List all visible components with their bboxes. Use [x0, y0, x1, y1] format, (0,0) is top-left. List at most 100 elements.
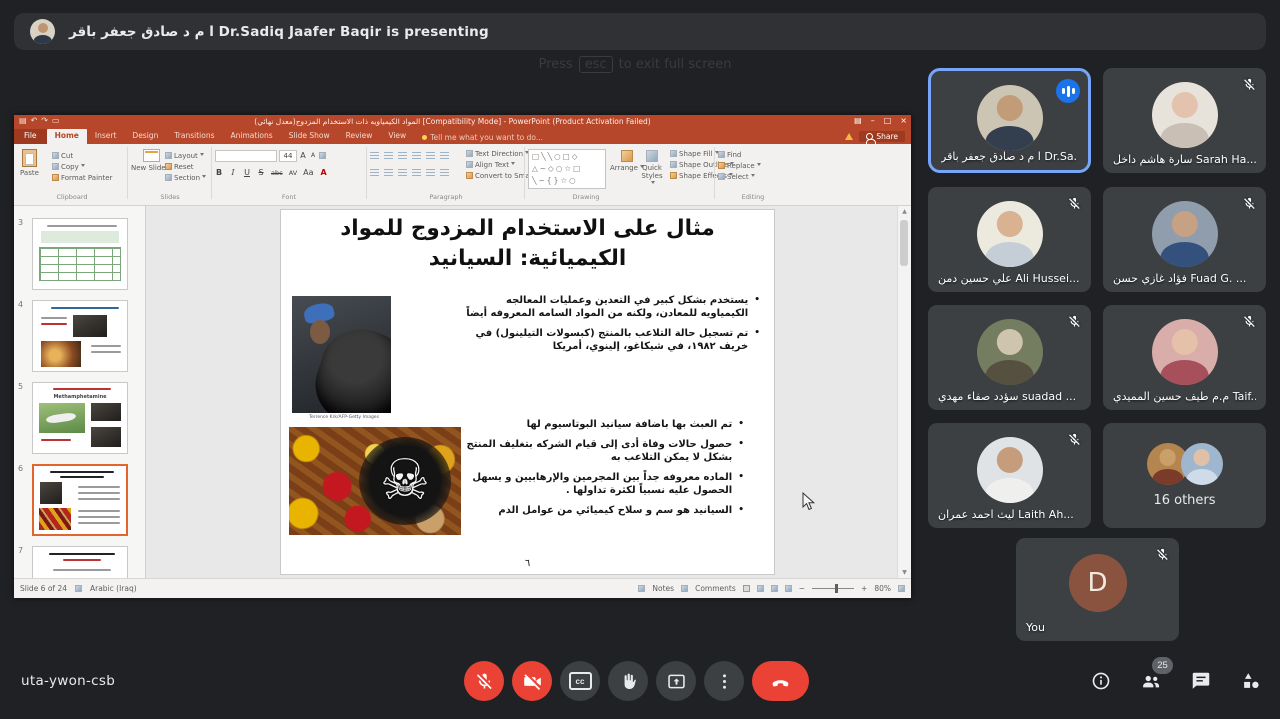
- format-painter-button[interactable]: Format Painter: [52, 172, 112, 183]
- change-case-button[interactable]: Aa: [303, 168, 313, 177]
- participant-tile-taif[interactable]: م.م طيف حسين المميدي Taif...: [1103, 305, 1266, 410]
- slide-thumbnail-3[interactable]: [32, 218, 128, 290]
- cut-button[interactable]: Cut: [52, 150, 112, 161]
- strikethrough-button[interactable]: S: [257, 168, 265, 177]
- tab-view[interactable]: View: [380, 129, 414, 144]
- ribbon-options-icon[interactable]: ▤: [854, 116, 862, 125]
- participant-tile-sarah[interactable]: سارة هاشم داخل Sarah Ha...: [1103, 68, 1266, 173]
- select-button[interactable]: Select: [718, 171, 761, 182]
- quick-access-toolbar[interactable]: ▤↶↷▭: [19, 116, 64, 125]
- comments-button[interactable]: Comments: [695, 584, 736, 593]
- mic-off-icon: [1067, 314, 1082, 329]
- reading-view-button[interactable]: [771, 585, 778, 592]
- zoom-percentage[interactable]: 80%: [874, 584, 891, 593]
- underline-button[interactable]: U: [243, 168, 251, 177]
- save-icon[interactable]: ▤: [19, 116, 31, 125]
- section-button[interactable]: Section: [165, 172, 206, 183]
- zoom-in-button[interactable]: +: [861, 584, 867, 593]
- shapes-gallery[interactable]: □╲╲○□◇ △~◇○☆□ ╲~{}☆○: [528, 149, 606, 189]
- replace-button[interactable]: Replace: [718, 160, 761, 171]
- font-size-box[interactable]: 44: [279, 150, 297, 162]
- zoom-slider[interactable]: [812, 588, 854, 589]
- tab-file[interactable]: File: [14, 129, 47, 144]
- presenting-banner-text: ا م د صادق جعفر باقر Dr.Sadiq Jaafer Baq…: [69, 24, 489, 40]
- layout-button[interactable]: Layout: [165, 150, 206, 161]
- slide-thumbnail-7[interactable]: [32, 546, 128, 578]
- raise-hand-button[interactable]: [608, 661, 648, 701]
- ppt-ribbon-tabs: File Home Insert Design Transitions Anim…: [14, 129, 911, 144]
- slide-thumbnail-4[interactable]: [32, 300, 128, 372]
- italic-button[interactable]: I: [229, 168, 237, 177]
- present-button[interactable]: [656, 661, 696, 701]
- end-call-button[interactable]: [752, 661, 809, 701]
- normal-view-button[interactable]: [743, 585, 750, 592]
- spellcheck-icon[interactable]: [75, 585, 82, 592]
- slideshow-icon[interactable]: ▭: [52, 116, 64, 125]
- tab-home[interactable]: Home: [47, 129, 87, 144]
- redo-icon[interactable]: ↷: [41, 116, 52, 125]
- notes-icon[interactable]: [638, 585, 645, 592]
- reset-button[interactable]: Reset: [165, 161, 206, 172]
- more-options-button[interactable]: [704, 661, 744, 701]
- font-name-box[interactable]: [215, 150, 277, 162]
- self-tile[interactable]: D You: [1016, 538, 1179, 641]
- participant-name: م.م طيف حسين المميدي Taif...: [1113, 390, 1256, 403]
- participant-tile-dr-sadiq[interactable]: ا م د صادق جعفر باقر Dr.Sa...: [928, 68, 1091, 173]
- arrange-button[interactable]: Arrange: [610, 147, 644, 172]
- slide-thumbnail-5[interactable]: Methamphetamine: [32, 382, 128, 454]
- participant-tile-suadad[interactable]: سؤدد صفاء مهدي suadad ...: [928, 305, 1091, 410]
- paste-button[interactable]: Paste: [20, 146, 39, 177]
- slide-thumbnail-6-selected[interactable]: [32, 464, 128, 536]
- participant-tile-fuad[interactable]: فؤاد غازي حسن Fuad G. ...: [1103, 187, 1266, 292]
- tab-transitions[interactable]: Transitions: [166, 129, 222, 144]
- quick-styles-button[interactable]: Quick Styles: [640, 147, 664, 188]
- tab-insert[interactable]: Insert: [87, 129, 125, 144]
- character-spacing-button[interactable]: AV: [289, 169, 297, 177]
- activities-button[interactable]: [1238, 668, 1264, 694]
- close-button[interactable]: ×: [900, 116, 907, 125]
- tab-review[interactable]: Review: [338, 129, 381, 144]
- language-indicator[interactable]: Arabic (Iraq): [90, 584, 137, 593]
- meeting-details-button[interactable]: [1088, 668, 1114, 694]
- participant-tile-ali[interactable]: علي حسين دمن Ali Hussei...: [928, 187, 1091, 292]
- shrink-font-button[interactable]: A: [309, 152, 317, 159]
- activities-icon: [1240, 670, 1262, 692]
- chat-button[interactable]: [1188, 668, 1214, 694]
- zoom-out-button[interactable]: −: [799, 584, 805, 593]
- tab-design[interactable]: Design: [124, 129, 166, 144]
- vertical-scrollbar[interactable]: ▲ ▼: [897, 206, 911, 578]
- scroll-up-icon[interactable]: ▲: [898, 208, 911, 215]
- ppt-titlebar: ▤↶↷▭ (معدل نهائي)المواد الكيمياويه ذات ا…: [14, 115, 911, 129]
- avatar: [1152, 82, 1218, 148]
- notes-button[interactable]: Notes: [652, 584, 674, 593]
- shadow-button[interactable]: abc: [271, 169, 283, 177]
- fit-to-window-button[interactable]: [898, 585, 905, 592]
- scroll-down-icon[interactable]: ▼: [898, 569, 911, 576]
- participants-button[interactable]: 25: [1138, 668, 1164, 694]
- participant-tile-others[interactable]: 16 others: [1103, 423, 1266, 528]
- participant-tile-laith[interactable]: ليث احمد عمران Laith Ah...: [928, 423, 1091, 528]
- participant-name: ا م د صادق جعفر باقر Dr.Sa...: [941, 150, 1078, 163]
- tab-slide-show[interactable]: Slide Show: [281, 129, 338, 144]
- slide-thumbnail-panel[interactable]: 3 4 5 Methamphetami: [14, 206, 146, 578]
- find-button[interactable]: Find: [718, 149, 761, 160]
- font-color-button[interactable]: A: [320, 168, 328, 177]
- grow-font-button[interactable]: A: [299, 151, 307, 160]
- clear-formatting-icon[interactable]: [319, 152, 326, 159]
- restore-button[interactable]: □: [884, 116, 892, 125]
- undo-icon[interactable]: ↶: [31, 116, 42, 125]
- scrollbar-thumb[interactable]: [900, 220, 908, 266]
- mic-toggle-button[interactable]: [464, 661, 504, 701]
- captions-button[interactable]: cc: [560, 661, 600, 701]
- share-button[interactable]: Share: [859, 131, 905, 142]
- comments-icon[interactable]: [681, 585, 688, 592]
- copy-button[interactable]: Copy: [52, 161, 112, 172]
- bold-button[interactable]: B: [215, 168, 223, 177]
- tab-animations[interactable]: Animations: [223, 129, 281, 144]
- slideshow-view-button[interactable]: [785, 585, 792, 592]
- slide-sorter-view-button[interactable]: [757, 585, 764, 592]
- camera-off-icon: [522, 671, 543, 692]
- camera-toggle-button[interactable]: [512, 661, 552, 701]
- minimize-button[interactable]: –: [871, 116, 875, 125]
- tell-me-box[interactable]: Tell me what you want to do...: [422, 129, 543, 144]
